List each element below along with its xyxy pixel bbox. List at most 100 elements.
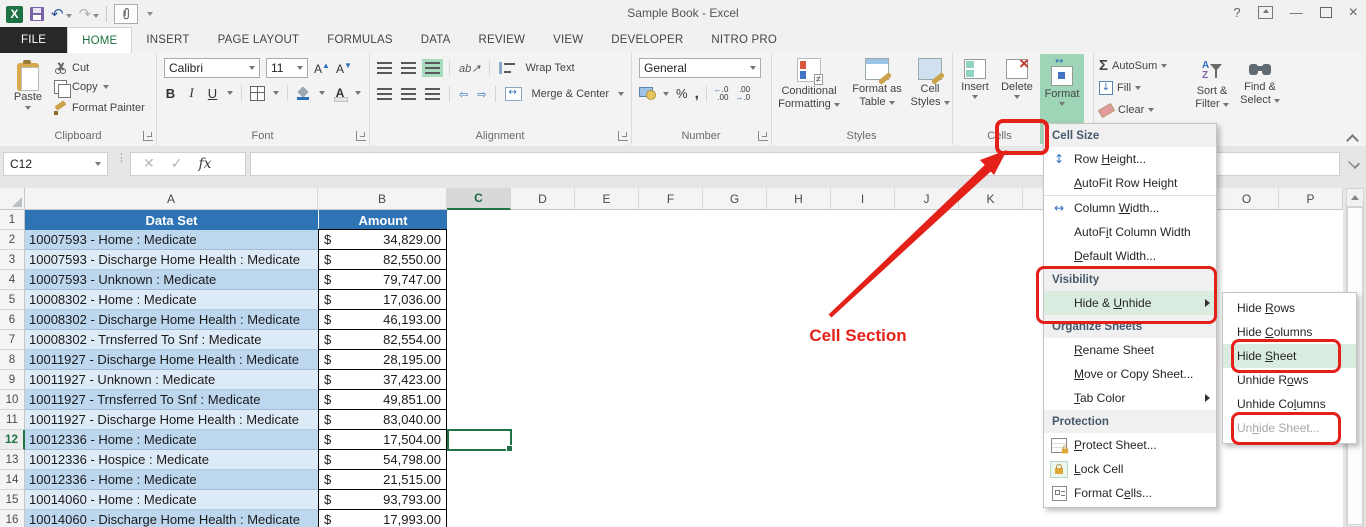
- align-left-icon[interactable]: [377, 88, 392, 100]
- table-row-9-label[interactable]: 10011927 - Unknown : Medicate: [25, 370, 318, 390]
- font-color-dropdown[interactable]: [355, 91, 361, 95]
- fill-color-dropdown[interactable]: [319, 91, 325, 95]
- cancel-icon[interactable]: ✕: [143, 156, 155, 172]
- row-header-10[interactable]: 10: [0, 390, 25, 410]
- close-icon[interactable]: ×: [1349, 5, 1358, 20]
- column-header-K[interactable]: K: [959, 188, 1023, 210]
- menu-item-move-or-copy-sheet[interactable]: Move or Copy Sheet...: [1044, 362, 1216, 386]
- borders-icon[interactable]: [250, 86, 265, 101]
- table-row-2-amount[interactable]: $34,829.00: [318, 229, 447, 250]
- table-row-6-amount[interactable]: $46,193.00: [318, 309, 447, 330]
- menu-item-tab-color[interactable]: Tab Color: [1044, 386, 1216, 410]
- restore-icon[interactable]: [1320, 7, 1332, 18]
- column-header-H[interactable]: H: [767, 188, 831, 210]
- format-as-table-button[interactable]: Format asTable: [847, 53, 907, 109]
- row-header-8[interactable]: 8: [0, 350, 25, 370]
- sort-filter-button[interactable]: AZ Sort &Filter: [1189, 55, 1235, 111]
- table-row-14-label[interactable]: 10012336 - Home : Medicate: [25, 470, 318, 490]
- menu-item-row-height[interactable]: ↕Row Height...: [1044, 147, 1216, 171]
- column-header-I[interactable]: I: [831, 188, 895, 210]
- submenu-item-hide-rows[interactable]: Hide Rows: [1223, 296, 1356, 320]
- active-cell-C12[interactable]: [447, 429, 512, 451]
- merge-center-button[interactable]: Merge & Center: [531, 88, 609, 100]
- fill-button[interactable]: ↓ Fill: [1099, 79, 1141, 97]
- increase-decimal-icon[interactable]: ←.0.00: [714, 86, 729, 102]
- row-header-6[interactable]: 6: [0, 310, 25, 330]
- row-header-4[interactable]: 4: [0, 270, 25, 290]
- insert-function-icon[interactable]: fx: [198, 156, 211, 172]
- find-select-button[interactable]: Find &Select: [1237, 55, 1283, 107]
- submenu-item-hide-columns[interactable]: Hide Columns: [1223, 320, 1356, 344]
- tab-review[interactable]: REVIEW: [465, 27, 540, 53]
- menu-item-lock-cell[interactable]: Lock Cell: [1044, 457, 1216, 481]
- table-row-7-amount[interactable]: $82,554.00: [318, 329, 447, 350]
- accounting-format-icon[interactable]: [639, 87, 656, 100]
- number-dialog-launcher[interactable]: [758, 131, 768, 141]
- ribbon-display-options-icon[interactable]: [1258, 6, 1273, 19]
- comma-style-button[interactable]: ,: [695, 85, 699, 102]
- menu-item-autofit-row-height[interactable]: AutoFit Row Height: [1044, 171, 1216, 195]
- tab-file[interactable]: FILE: [0, 27, 67, 53]
- italic-button[interactable]: I: [185, 85, 198, 101]
- row-header-14[interactable]: 14: [0, 470, 25, 490]
- clear-button[interactable]: Clear: [1099, 101, 1154, 119]
- paste-button[interactable]: Paste: [6, 57, 50, 139]
- table-row-16-label[interactable]: 10014060 - Discharge Home Health : Medic…: [25, 510, 318, 527]
- submenu-item-unhide-columns[interactable]: Unhide Columns: [1223, 392, 1356, 416]
- insert-button[interactable]: Insert: [954, 53, 996, 99]
- enter-icon[interactable]: ✓: [171, 156, 183, 172]
- shrink-font-button[interactable]: A▼: [336, 61, 352, 76]
- row-header-2[interactable]: 2: [0, 230, 25, 250]
- table-row-13-label[interactable]: 10012336 - Hospice : Medicate: [25, 450, 318, 470]
- minimize-icon[interactable]: —: [1290, 5, 1303, 20]
- table-row-3-label[interactable]: 10007593 - Discharge Home Health : Medic…: [25, 250, 318, 270]
- menu-item-rename-sheet[interactable]: Rename Sheet: [1044, 338, 1216, 362]
- header-cell-data-set[interactable]: Data Set: [25, 210, 318, 230]
- submenu-item-hide-sheet[interactable]: Hide Sheet: [1223, 344, 1356, 368]
- menu-item-format-cells[interactable]: Format Cells...: [1044, 481, 1216, 505]
- format-painter-button[interactable]: Format Painter: [54, 99, 145, 117]
- table-row-10-label[interactable]: 10011927 - Trnsferred To Snf : Medicate: [25, 390, 318, 410]
- column-header-O[interactable]: O: [1215, 188, 1279, 210]
- underline-dropdown[interactable]: [227, 91, 233, 95]
- clipboard-dialog-launcher[interactable]: [143, 131, 153, 141]
- expand-formula-bar-icon[interactable]: [1348, 158, 1360, 166]
- menu-item-autofit-column-width[interactable]: AutoFit Column Width: [1044, 220, 1216, 244]
- tab-data[interactable]: DATA: [407, 27, 465, 53]
- table-row-9-amount[interactable]: $37,423.00: [318, 369, 447, 390]
- merge-center-dropdown[interactable]: [618, 92, 624, 96]
- accounting-dropdown[interactable]: [663, 92, 669, 96]
- fill-color-icon[interactable]: [296, 87, 311, 100]
- font-color-icon[interactable]: A: [333, 86, 347, 100]
- column-header-G[interactable]: G: [703, 188, 767, 210]
- row-header-12[interactable]: 12: [0, 430, 25, 450]
- row-header-9[interactable]: 9: [0, 370, 25, 390]
- bold-button[interactable]: B: [164, 86, 177, 101]
- table-row-12-amount[interactable]: $17,504.00: [318, 429, 447, 450]
- table-row-15-label[interactable]: 10014060 - Home : Medicate: [25, 490, 318, 510]
- table-row-12-label[interactable]: 10012336 - Home : Medicate: [25, 430, 318, 450]
- column-header-E[interactable]: E: [575, 188, 639, 210]
- row-header-11[interactable]: 11: [0, 410, 25, 430]
- underline-button[interactable]: U: [206, 86, 219, 101]
- tab-insert[interactable]: INSERT: [132, 27, 203, 53]
- cut-button[interactable]: Cut: [54, 59, 89, 77]
- middle-align-icon[interactable]: [401, 62, 416, 74]
- column-header-A[interactable]: A: [25, 188, 318, 210]
- tab-nitro-pro[interactable]: NITRO PRO: [697, 27, 791, 53]
- row-header-1[interactable]: 1: [0, 210, 25, 230]
- top-align-icon[interactable]: [377, 62, 392, 74]
- table-row-6-label[interactable]: 10008302 - Discharge Home Health : Medic…: [25, 310, 318, 330]
- name-box[interactable]: C12: [3, 152, 108, 176]
- table-row-13-amount[interactable]: $54,798.00: [318, 449, 447, 470]
- row-header-15[interactable]: 15: [0, 490, 25, 510]
- column-header-F[interactable]: F: [639, 188, 703, 210]
- bottom-align-icon[interactable]: [425, 62, 440, 74]
- row-header-5[interactable]: 5: [0, 290, 25, 310]
- table-row-11-label[interactable]: 10011927 - Discharge Home Health : Medic…: [25, 410, 318, 430]
- borders-dropdown[interactable]: [273, 91, 279, 95]
- column-header-C[interactable]: C: [447, 188, 511, 210]
- alignment-dialog-launcher[interactable]: [618, 131, 628, 141]
- row-header-16[interactable]: 16: [0, 510, 25, 527]
- row-header-3[interactable]: 3: [0, 250, 25, 270]
